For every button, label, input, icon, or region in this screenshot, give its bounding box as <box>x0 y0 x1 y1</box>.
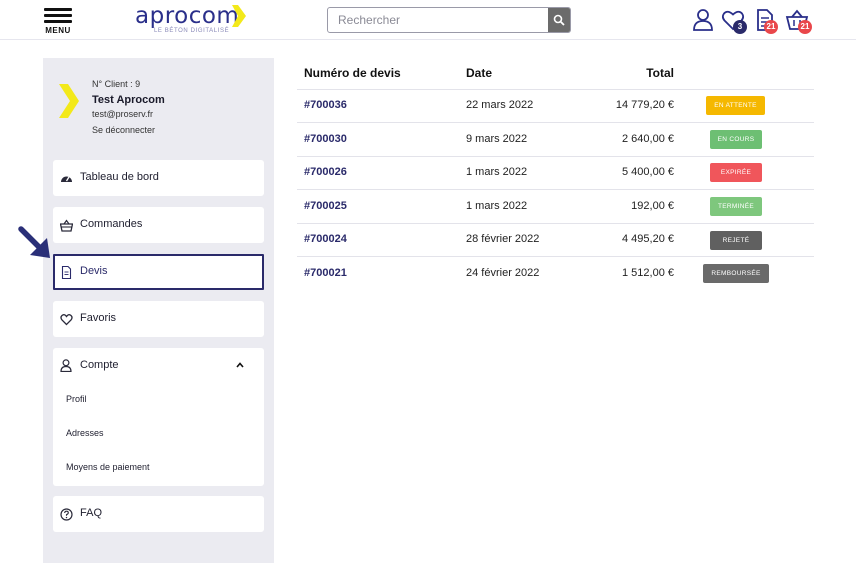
account-label: Compte <box>80 359 119 371</box>
document-icon <box>61 266 72 279</box>
quotes-button[interactable]: 21 <box>753 8 778 34</box>
client-name: Test Aprocom <box>92 94 165 106</box>
sidebar-item-dashboard[interactable]: Tableau de bord <box>53 160 264 196</box>
row-divider <box>297 189 814 190</box>
status-badge: TERMINÉE <box>710 197 762 216</box>
status-badge: EXPIRÉE <box>710 163 762 182</box>
user-icon <box>693 9 713 31</box>
search-input[interactable] <box>328 8 549 32</box>
user-icon <box>60 359 72 372</box>
sidebar-item-faq[interactable]: FAQ <box>53 496 264 532</box>
heart-icon <box>60 314 73 326</box>
quote-number-link[interactable]: #700030 <box>304 133 347 145</box>
account-section: Compte Profil Adresses Moyens de paiemen… <box>53 348 264 486</box>
row-divider <box>297 89 814 90</box>
status-badge: REJETÉ <box>710 231 762 250</box>
row-divider <box>297 256 814 257</box>
logo-chevron-icon <box>232 5 246 27</box>
quote-total: 14 779,20 € <box>615 99 674 111</box>
account-toggle[interactable]: Compte <box>53 348 264 384</box>
menu-icon <box>44 8 72 11</box>
logo-text: aprocom <box>135 3 240 29</box>
basket-icon <box>60 219 73 232</box>
menu-label: MENU <box>45 26 71 35</box>
quote-date: 22 mars 2022 <box>466 99 534 111</box>
column-header-total: Total <box>646 66 674 80</box>
cart-button[interactable]: 21 <box>785 8 812 34</box>
quote-number-link[interactable]: #700021 <box>304 267 347 279</box>
quote-number-link[interactable]: #700024 <box>304 233 347 245</box>
row-divider <box>297 156 814 157</box>
menu-icon-bar <box>44 14 72 17</box>
quote-number-link[interactable]: #700026 <box>304 166 347 178</box>
quotes-badge: 21 <box>764 20 778 34</box>
sidebar-item-orders[interactable]: Commandes <box>53 207 264 243</box>
sidebar-subitem-profile[interactable]: Profil <box>66 394 87 404</box>
quote-date: 24 février 2022 <box>466 267 540 279</box>
quote-total: 1 512,00 € <box>622 267 674 279</box>
cart-badge: 21 <box>798 20 812 34</box>
status-badge: REMBOURSÉE <box>703 264 769 283</box>
pointer-arrow-icon <box>18 226 50 258</box>
top-bar: MENU aprocom LE BÉTON DIGITALISÉ 3 <box>0 0 856 40</box>
account-button[interactable] <box>691 8 715 32</box>
sidebar-item-label: FAQ <box>80 507 103 519</box>
chevron-up-icon <box>236 362 244 368</box>
chevron-icon <box>59 84 79 118</box>
quote-number-link[interactable]: #700036 <box>304 99 347 111</box>
quote-total: 2 640,00 € <box>622 133 674 145</box>
account-sidebar: N° Client : 9 Test Aprocom test@proserv.… <box>43 58 274 563</box>
search-bar <box>327 7 571 33</box>
aprocom-logo[interactable]: aprocom LE BÉTON DIGITALISÉ <box>135 3 250 37</box>
favorites-badge: 3 <box>733 20 747 34</box>
client-email: test@proserv.fr <box>92 109 153 119</box>
column-header-number: Numéro de devis <box>304 66 401 80</box>
sidebar-item-favorites[interactable]: Favoris <box>53 301 264 337</box>
sidebar-item-label: Devis <box>80 265 108 277</box>
quote-date: 9 mars 2022 <box>466 133 528 145</box>
status-badge: EN ATTENTE <box>706 96 765 115</box>
dashboard-icon <box>61 176 72 182</box>
logo-tagline: LE BÉTON DIGITALISÉ <box>154 28 230 34</box>
sidebar-item-quotes[interactable]: Devis <box>53 254 264 290</box>
logout-link[interactable]: Se déconnecter <box>92 125 155 135</box>
quote-date: 28 février 2022 <box>466 233 540 245</box>
menu-icon-bar <box>44 20 72 23</box>
quote-total: 5 400,00 € <box>622 166 674 178</box>
sidebar-subitem-payment-methods[interactable]: Moyens de paiement <box>66 462 150 472</box>
sidebar-item-label: Tableau de bord <box>80 171 159 183</box>
sidebar-item-label: Commandes <box>80 218 143 230</box>
quote-total: 192,00 € <box>631 200 674 212</box>
sidebar-item-label: Favoris <box>80 312 117 324</box>
quote-date: 1 mars 2022 <box>466 200 528 212</box>
menu-button[interactable]: MENU <box>43 8 73 35</box>
row-divider <box>297 122 814 123</box>
search-icon <box>553 14 565 26</box>
favorites-button[interactable]: 3 <box>721 8 747 34</box>
quote-number-link[interactable]: #700025 <box>304 200 347 212</box>
search-button[interactable] <box>548 8 570 32</box>
client-number: N° Client : 9 <box>92 79 141 89</box>
column-header-date: Date <box>466 66 493 80</box>
row-divider <box>297 223 814 224</box>
sidebar-subitem-addresses[interactable]: Adresses <box>66 428 104 438</box>
status-badge: EN COURS <box>710 130 762 149</box>
help-circle-icon <box>60 508 73 521</box>
quote-date: 1 mars 2022 <box>466 166 528 178</box>
quote-total: 4 495,20 € <box>622 233 674 245</box>
